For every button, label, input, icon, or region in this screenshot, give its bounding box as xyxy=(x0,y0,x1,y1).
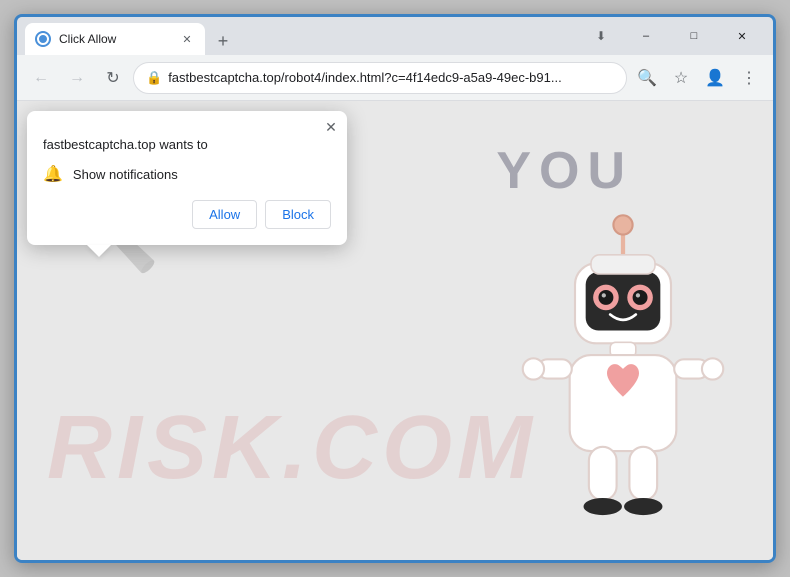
permission-label: Show notifications xyxy=(73,167,178,182)
popup-buttons: Allow Block xyxy=(43,200,331,229)
tab-favicon xyxy=(35,31,51,47)
maximize-button[interactable]: □ xyxy=(671,20,717,52)
popup-permission-row: 🔔 Show notifications xyxy=(43,164,331,184)
url-text: fastbestcaptcha.top/robot4/index.html?c=… xyxy=(168,70,614,85)
minimize-button[interactable]: – xyxy=(623,20,669,52)
watermark-risk: RISK.COM xyxy=(47,397,537,500)
refresh-button[interactable]: ↻ xyxy=(97,62,129,94)
tab-area: Click Allow ✕ + xyxy=(25,17,587,55)
download-icon[interactable]: ⬇ xyxy=(587,22,615,50)
address-bar[interactable]: 🔒 fastbestcaptcha.top/robot4/index.html?… xyxy=(133,62,627,94)
profile-icon[interactable]: 👤 xyxy=(699,62,731,94)
browser-window: Click Allow ✕ + ⬇ – □ ✕ ← → ↻ 🔒 fastbest… xyxy=(14,14,776,563)
bookmark-icon[interactable]: ☆ xyxy=(665,62,697,94)
forward-button[interactable]: → xyxy=(61,62,93,94)
popup-body: fastbestcaptcha.top wants to 🔔 Show noti… xyxy=(27,137,347,245)
popup-close-row: ✕ xyxy=(27,111,347,137)
title-bar-controls: ⬇ xyxy=(587,22,615,50)
lock-icon: 🔒 xyxy=(146,70,162,86)
tab-title: Click Allow xyxy=(59,32,171,46)
menu-icon[interactable]: ⋮ xyxy=(733,62,765,94)
popup-title: fastbestcaptcha.top wants to xyxy=(43,137,331,152)
block-button[interactable]: Block xyxy=(265,200,331,229)
window-controls: – □ ✕ xyxy=(623,20,765,52)
notification-popup: ✕ fastbestcaptcha.top wants to 🔔 Show no… xyxy=(27,111,347,245)
active-tab[interactable]: Click Allow ✕ xyxy=(25,23,205,55)
popup-close-button[interactable]: ✕ xyxy=(321,117,341,137)
you-text: YOU xyxy=(496,141,633,201)
new-tab-button[interactable]: + xyxy=(209,27,237,55)
toolbar-right-buttons: 🔍 ☆ 👤 ⋮ xyxy=(631,62,765,94)
page-content: 🔍 YOU RISK.COM xyxy=(17,101,773,560)
back-button[interactable]: ← xyxy=(25,62,57,94)
close-button[interactable]: ✕ xyxy=(719,20,765,52)
title-bar: Click Allow ✕ + ⬇ – □ ✕ xyxy=(17,17,773,55)
tab-close-button[interactable]: ✕ xyxy=(179,31,195,47)
allow-button[interactable]: Allow xyxy=(192,200,257,229)
toolbar: ← → ↻ 🔒 fastbestcaptcha.top/robot4/index… xyxy=(17,55,773,101)
page-background: 🔍 YOU RISK.COM xyxy=(17,101,773,560)
search-icon[interactable]: 🔍 xyxy=(631,62,663,94)
robot-illustration xyxy=(513,210,733,530)
bell-icon: 🔔 xyxy=(43,164,63,184)
